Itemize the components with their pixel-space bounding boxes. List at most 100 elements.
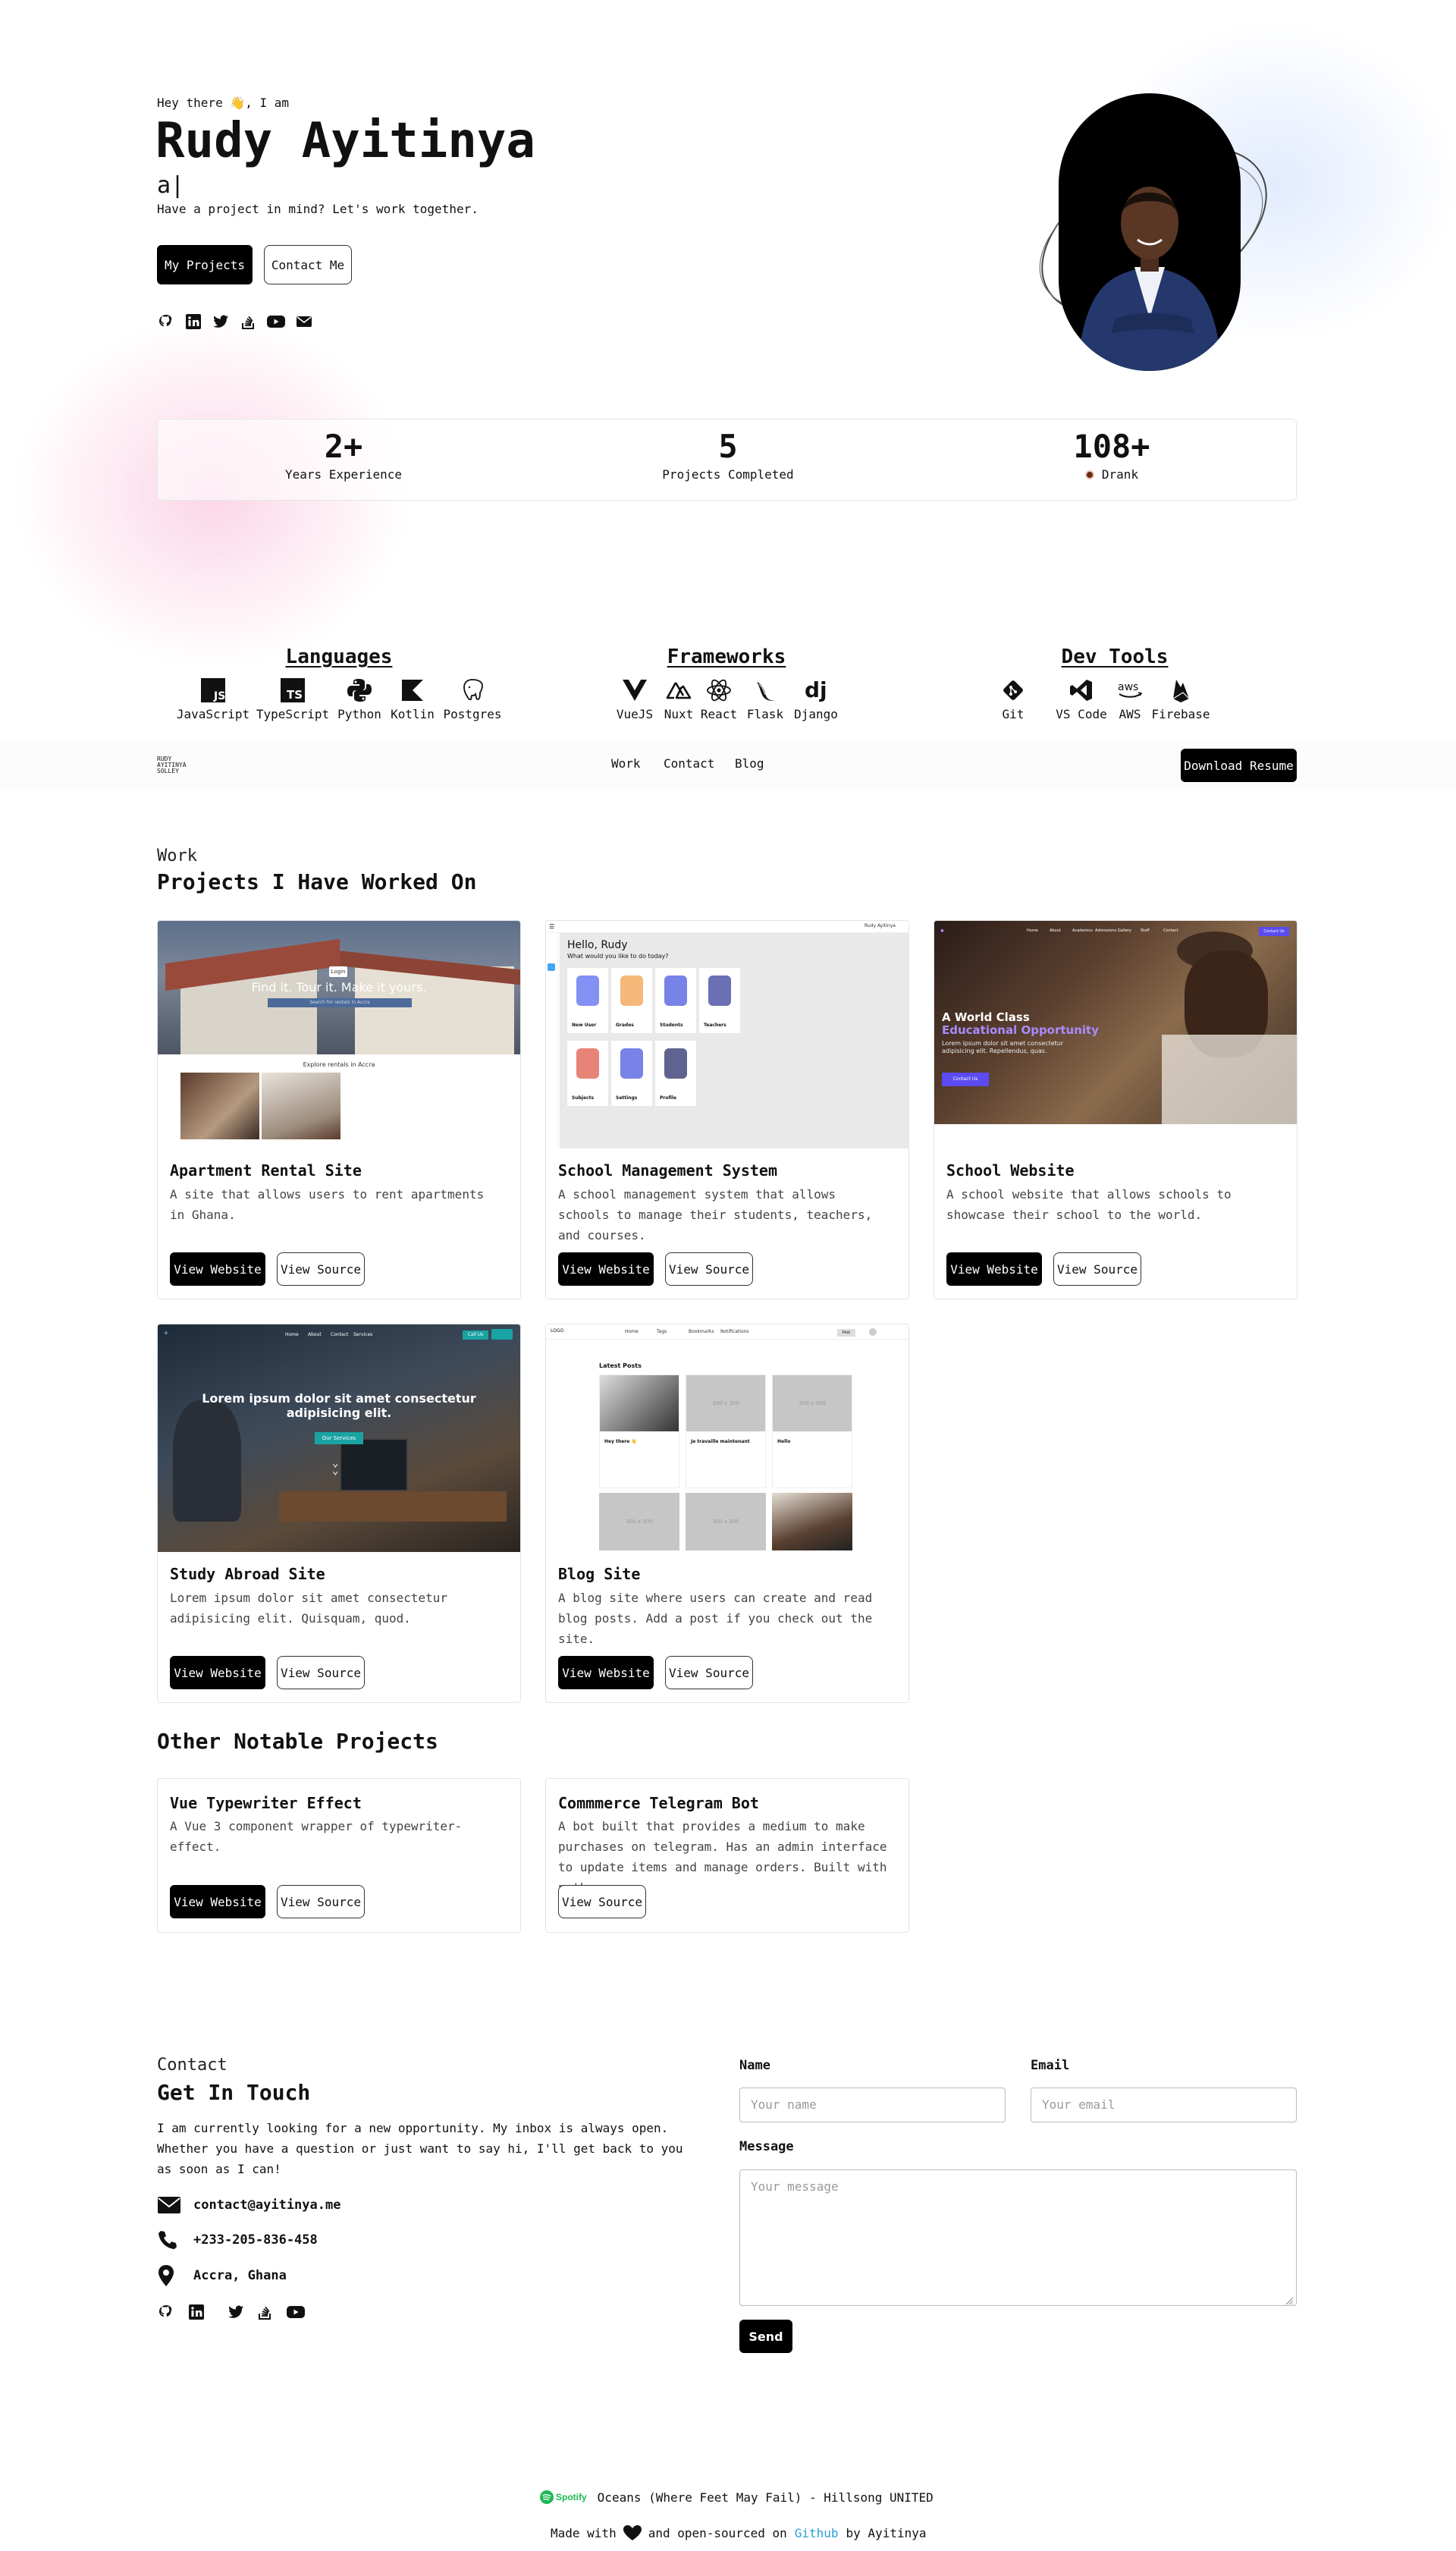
youtube-icon[interactable] (286, 2303, 306, 2321)
view-source-button[interactable]: View Source (1053, 1252, 1141, 1286)
twitter-icon[interactable] (212, 313, 230, 331)
name-input[interactable]: Your name (739, 2088, 1006, 2122)
view-website-button[interactable]: View Website (170, 1252, 265, 1286)
stat-projects-label: Projects Completed (662, 467, 794, 482)
project-description: A school website that allows schools to … (946, 1187, 1232, 1222)
project-screenshot-study-abroad[interactable]: ✈ Home About Contact Services Call Us Lorem… (158, 1324, 520, 1552)
contact-me-button[interactable]: Contact Me (264, 245, 352, 284)
footer-credit: Made with and open-sourced on Github by … (551, 2524, 927, 2541)
nav-link-contact[interactable]: Contact (664, 756, 714, 771)
tile-illustration (664, 975, 687, 1006)
other-project-card-telegram: Commmerce Telegram Bot A bot built that … (545, 1778, 909, 1933)
github-icon[interactable] (157, 313, 175, 331)
contact-phone-row: +233-205-836-458 (157, 2229, 318, 2251)
blog-post-card[interactable]: 300 x 300 Hello (772, 1374, 852, 1488)
footer-by: by Ayitinya (846, 2525, 927, 2540)
linkedin-icon[interactable] (187, 2303, 206, 2321)
shot-nav-item: Home (285, 1332, 299, 1337)
now-playing: Spotify Oceans (Where Feet May Fail) - H… (540, 2489, 934, 2505)
download-resume-button[interactable]: Download Resume (1181, 749, 1297, 782)
my-projects-button[interactable]: My Projects (157, 245, 253, 284)
project-screenshot-school-website[interactable]: ◆ Home About Academics Admissions Gallery Sta… (934, 921, 1297, 1124)
post-title: Hey there 👋 (604, 1439, 637, 1444)
blog-post-card[interactable]: Hey there 👋 (599, 1374, 679, 1488)
dashboard-tile[interactable]: Grades (611, 968, 652, 1033)
dashboard-tile[interactable]: Teachers (699, 968, 740, 1033)
project-title: School Management System (558, 1161, 777, 1180)
project-description: A Vue 3 component wrapper of typewriter-… (170, 1819, 463, 1854)
heart-icon (623, 2525, 642, 2540)
resize-handle-icon[interactable] (1285, 2294, 1294, 2305)
contact-social-links (157, 2303, 324, 2323)
twitter-icon[interactable] (227, 2303, 245, 2321)
project-screenshot-apartment[interactable]: Login Find it. Tour it. Make it yours. S… (158, 921, 520, 1141)
chevron-down-icon: ⌄ ⌄ (332, 1457, 339, 1477)
now-playing-track[interactable]: Oceans (Where Feet May Fail) - Hillsong … (598, 2490, 934, 2505)
project-screenshot-school-management[interactable]: Rudy Ayitinya ☰ Hello, Rudy What would y… (546, 921, 908, 1148)
dashboard-tile[interactable]: Settings (611, 1041, 652, 1106)
contact-email-row: contact@ayitinya.me (157, 2194, 340, 2216)
view-website-button[interactable]: View Website (946, 1252, 1042, 1286)
project-description: A blog site where users can create and r… (558, 1591, 873, 1646)
email-input[interactable]: Your email (1031, 2088, 1297, 2122)
post-title: Je travaille maintenant (691, 1439, 750, 1444)
view-website-button[interactable]: View Website (558, 1252, 654, 1286)
shot-sub: What would you like to do today? (567, 953, 669, 960)
project-description: Lorem ipsum dolor sit amet consectetur a… (170, 1591, 448, 1626)
study-logo-icon: ✈ (164, 1329, 169, 1337)
view-website-button[interactable]: View Website (170, 1885, 265, 1918)
shot-h1: A World Class (942, 1010, 1030, 1024)
view-source-button[interactable]: View Source (665, 1252, 753, 1286)
view-source-button[interactable]: View Source (665, 1656, 753, 1689)
stackoverflow-icon[interactable] (256, 2303, 274, 2321)
view-source-button[interactable]: View Source (277, 1656, 365, 1689)
project-title: Study Abroad Site (170, 1565, 325, 1583)
site-logo[interactable]: RUDY AYITINYA SOLLEY (157, 756, 202, 774)
email-icon[interactable] (295, 313, 313, 331)
footer-github-link[interactable]: Github (795, 2526, 839, 2540)
shot-nav-item: Staff (1141, 928, 1150, 933)
dashboard-tile[interactable]: New User (567, 968, 608, 1033)
javascript-icon: JS (199, 677, 227, 704)
tile-illustration (576, 975, 599, 1006)
send-button[interactable]: Send (739, 2320, 792, 2353)
skill-postgres: Postgres (431, 677, 514, 721)
view-source-button[interactable]: View Source (558, 1885, 646, 1918)
message-textarea[interactable]: Your message (739, 2169, 1297, 2306)
view-source-button[interactable]: View Source (277, 1885, 365, 1918)
hero-tagline: Have a project in mind? Let's work toget… (157, 202, 479, 216)
project-screenshot-blog[interactable]: LOGO Home Tags Bookmarks Notifications Post… (546, 1324, 908, 1552)
dashboard-tile[interactable]: Students (655, 968, 696, 1033)
tile-label: Grades (616, 1023, 634, 1028)
nav-link-blog[interactable]: Blog (735, 756, 764, 771)
post-image-placeholder: 300 x 300 (686, 1493, 766, 1550)
dashboard-tile[interactable]: Subjects (567, 1041, 608, 1106)
stackoverflow-icon[interactable] (239, 313, 257, 331)
post-image-placeholder: 300 x 300 (599, 1493, 679, 1550)
youtube-icon[interactable] (266, 313, 286, 331)
view-source-button[interactable]: View Source (277, 1252, 365, 1286)
shot-search: Search for rentals in Accra (268, 998, 412, 1007)
view-website-button[interactable]: View Website (558, 1656, 654, 1689)
dashboard-tile[interactable]: Profile (655, 1041, 696, 1106)
stat-coffee: 108+ Drank (998, 427, 1225, 483)
nav-link-work[interactable]: Work (611, 756, 641, 771)
stat-experience-number: 2+ (324, 428, 363, 465)
shot-nav-item: Home (1027, 928, 1038, 933)
github-icon[interactable] (157, 2303, 175, 2321)
shot-logo: LOGO (551, 1328, 564, 1334)
project-description: A school management system that allows s… (558, 1187, 873, 1243)
frameworks-heading: Frameworks (667, 646, 786, 668)
devtools-heading: Dev Tools (1061, 646, 1169, 668)
stat-coffee-label-text: Drank (1101, 467, 1139, 482)
stat-experience: 2+ Years Experience (230, 427, 457, 483)
view-website-button[interactable]: View Website (170, 1656, 265, 1689)
blog-post-card[interactable]: 300 x 300 Je travaille maintenant (686, 1374, 766, 1488)
django-icon: dj (802, 677, 830, 704)
linkedin-icon[interactable] (184, 313, 202, 331)
contact-email[interactable]: contact@ayitinya.me (193, 2198, 340, 2213)
footer-made-with: Made with (551, 2525, 617, 2540)
shot-nav-item: Academics (1072, 928, 1094, 933)
project-title: Apartment Rental Site (170, 1161, 362, 1180)
contact-phone[interactable]: +233-205-836-458 (193, 2232, 318, 2248)
